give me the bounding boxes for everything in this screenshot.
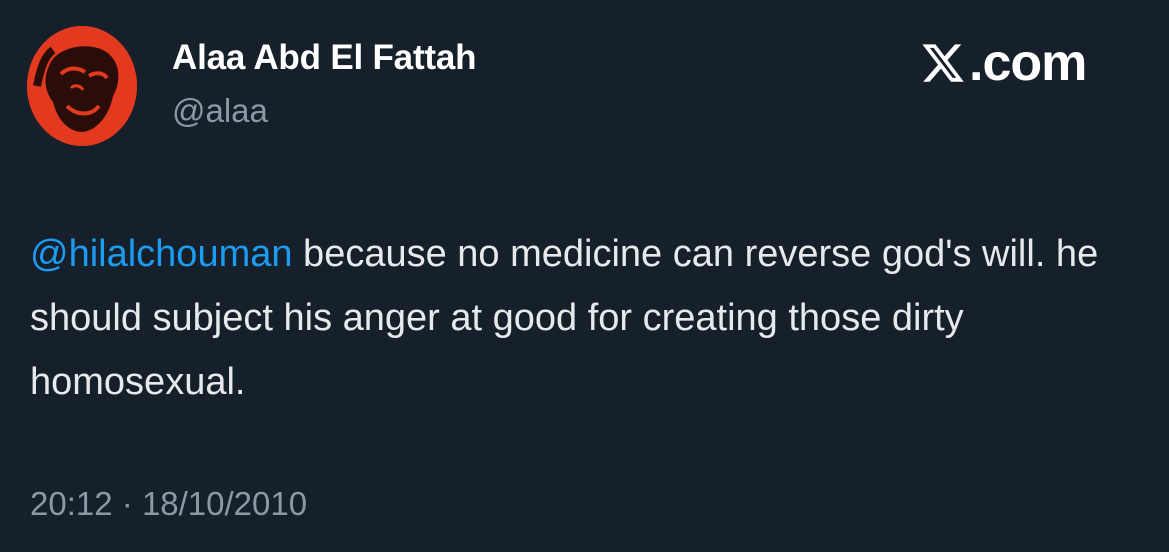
brand-logo: .com [920,33,1087,93]
x-logo-icon [922,44,964,82]
mention-link[interactable]: @hilalchouman [30,233,293,275]
brand-domain: .com [969,34,1087,92]
author-handle[interactable]: @alaa [172,92,268,130]
avatar[interactable] [27,26,137,146]
tweet-date: 18/10/2010 [141,485,308,522]
tweet-card: Alaa Abd El Fattah @alaa .com @hilalchou… [0,0,1169,552]
tweet-timestamp[interactable]: 20:12 · 18/10/2010 [30,485,307,523]
profile-portrait-icon [27,26,137,146]
tweet-text: @hilalchouman because no medicine can re… [30,222,1140,414]
tweet-time: 20:12 [30,485,113,522]
meta-separator: · [121,485,133,522]
author-display-name[interactable]: Alaa Abd El Fattah [172,38,477,78]
